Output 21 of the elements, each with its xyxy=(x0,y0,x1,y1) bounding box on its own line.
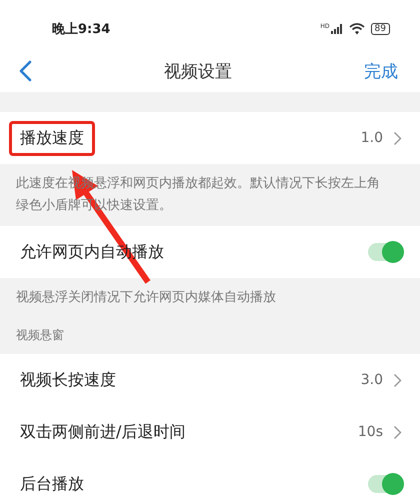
battery-icon: 89 xyxy=(370,23,390,35)
wifi-icon xyxy=(348,23,365,35)
section-header: 视频悬窗 xyxy=(16,328,64,342)
page-title: 视频设置 xyxy=(164,60,232,82)
row-label: 后台播放 xyxy=(19,472,85,494)
signal-icon xyxy=(330,24,343,34)
chevron-icon xyxy=(393,130,402,146)
row-value: 10s xyxy=(358,424,383,440)
note-text: 视频悬浮关闭情况下允许网页内媒体自动播放 xyxy=(16,290,276,305)
chevron-icon xyxy=(393,424,402,440)
row-value: 1.0 xyxy=(360,130,383,146)
chevron-icon xyxy=(393,372,402,388)
row-label: 双击两侧前进/后退时间 xyxy=(19,420,186,442)
row-label: 播放速度 xyxy=(9,120,95,156)
done-button[interactable]: 完成 xyxy=(364,60,398,82)
row-value: 3.0 xyxy=(360,372,383,388)
toggle-switch[interactable] xyxy=(368,243,402,261)
status-time: 晚上9:34 xyxy=(52,21,110,38)
toggle-switch[interactable] xyxy=(368,475,402,493)
row-label: 视频长按速度 xyxy=(19,368,117,390)
back-icon[interactable] xyxy=(18,60,32,82)
